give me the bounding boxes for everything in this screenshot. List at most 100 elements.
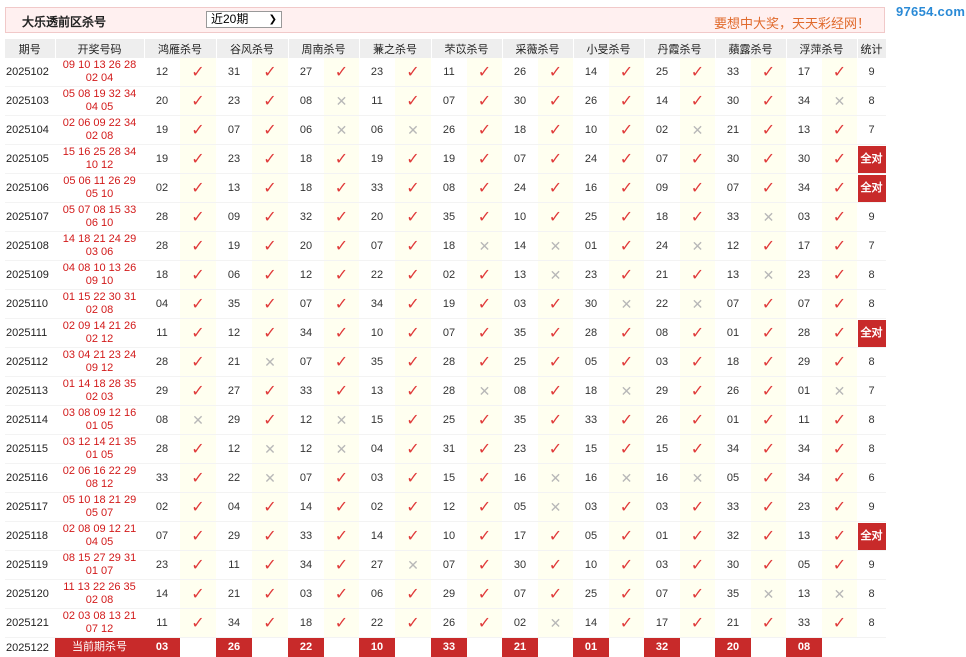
- check-icon: ✓: [620, 267, 633, 284]
- kill-number-cell: 03: [573, 493, 609, 522]
- count-cell: 8: [857, 87, 886, 116]
- kill-number-cell: 30: [502, 551, 538, 580]
- kill-number-cell: 28: [431, 348, 467, 377]
- result-mark-cell: ✓: [822, 493, 857, 522]
- result-mark-cell: ✓: [822, 609, 857, 638]
- result-mark-cell: ✓: [822, 116, 857, 145]
- check-icon: ✓: [833, 528, 846, 545]
- check-icon: ✓: [263, 412, 276, 429]
- check-icon: ✓: [263, 383, 276, 400]
- check-icon: ✓: [762, 122, 775, 139]
- result-mark-cell: ✓: [822, 174, 857, 203]
- result-mark-cell: ✓: [252, 87, 288, 116]
- cross-icon: ✕: [336, 441, 348, 457]
- current-period-row: 2025122当前期杀号03262210332101322008: [5, 638, 886, 657]
- result-mark-cell: ✓: [395, 493, 431, 522]
- kill-number-cell: 28: [573, 319, 609, 348]
- table-row: 202510402 06 09 22 3402 0819✓07✓06✕06✕26…: [5, 116, 886, 145]
- check-icon: ✓: [691, 209, 704, 226]
- check-icon: ✓: [549, 151, 562, 168]
- kill-number-cell: 01: [786, 377, 822, 406]
- result-mark-cell: ✕: [395, 551, 431, 580]
- draw-back-numbers: 09 10: [55, 275, 144, 288]
- kill-number-cell: 34: [359, 290, 395, 319]
- count-cell: 9: [857, 551, 886, 580]
- kill-number-cell: 21: [644, 261, 680, 290]
- kill-number-cell: 28: [786, 319, 822, 348]
- result-mark-cell: ✓: [395, 377, 431, 406]
- cross-icon: ✕: [479, 238, 491, 254]
- check-icon: ✓: [191, 441, 204, 458]
- check-icon: ✓: [762, 238, 775, 255]
- kill-number-cell: 07: [644, 145, 680, 174]
- table-row: 202510814 18 21 24 2903 0628✓19✓20✓07✓18…: [5, 232, 886, 261]
- result-mark-cell: ✕: [467, 377, 502, 406]
- result-mark-cell: ✓: [751, 522, 786, 551]
- kill-number-cell: 01: [644, 522, 680, 551]
- current-empty-cell: [538, 638, 573, 657]
- check-icon: ✓: [549, 354, 562, 371]
- kill-number-cell: 24: [644, 232, 680, 261]
- check-icon: ✓: [406, 383, 419, 400]
- kill-number-cell: 22: [216, 464, 252, 493]
- kill-number-cell: 10: [431, 522, 467, 551]
- result-mark-cell: ✓: [252, 551, 288, 580]
- count-cell: 8: [857, 435, 886, 464]
- result-mark-cell: ✕: [609, 377, 644, 406]
- period-range-select[interactable]: 近20期 ❯: [206, 11, 282, 28]
- result-mark-cell: ✕: [252, 435, 288, 464]
- check-icon: ✓: [335, 64, 348, 81]
- table-row: 202511403 08 09 12 1601 0508✕29✓12✕15✓25…: [5, 406, 886, 435]
- kill-number-cell: 22: [644, 290, 680, 319]
- kill-number-cell: 30: [573, 290, 609, 319]
- check-icon: ✓: [478, 93, 491, 110]
- check-icon: ✓: [833, 499, 846, 516]
- kill-number-cell: 13: [502, 261, 538, 290]
- cross-icon: ✕: [407, 122, 419, 138]
- kill-number-cell: 08: [431, 174, 467, 203]
- kill-number-cell: 07: [715, 174, 751, 203]
- kill-number-cell: 35: [431, 203, 467, 232]
- check-icon: ✓: [406, 151, 419, 168]
- kill-number-cell: 23: [573, 261, 609, 290]
- draw-back-numbers: 02 08: [55, 594, 144, 607]
- check-icon: ✓: [335, 325, 348, 342]
- result-mark-cell: ✓: [751, 290, 786, 319]
- check-icon: ✓: [191, 122, 204, 139]
- table-row: 202511503 12 14 21 3501 0528✓12✕12✕04✓31…: [5, 435, 886, 464]
- result-mark-cell: ✓: [180, 261, 216, 290]
- chevron-down-icon: ❯: [269, 12, 277, 27]
- check-icon: ✓: [833, 267, 846, 284]
- check-icon: ✓: [478, 296, 491, 313]
- kill-number-cell: 03: [644, 493, 680, 522]
- cross-icon: ✕: [336, 412, 348, 428]
- kill-number-cell: 28: [144, 232, 180, 261]
- result-mark-cell: ✓: [680, 58, 715, 87]
- kill-number-cell: 34: [786, 435, 822, 464]
- check-icon: ✓: [620, 441, 633, 458]
- result-mark-cell: ✓: [538, 551, 573, 580]
- check-icon: ✓: [833, 354, 846, 371]
- kill-number-cell: 24: [502, 174, 538, 203]
- check-icon: ✓: [478, 325, 491, 342]
- site-logo: 97654.com: [896, 4, 965, 19]
- kill-number-cell: 07: [431, 319, 467, 348]
- draw-back-numbers: 01 07: [55, 565, 144, 578]
- kill-number-cell: 22: [359, 261, 395, 290]
- result-mark-cell: ✓: [467, 203, 502, 232]
- table-row: 202511705 10 18 21 2905 0702✓04✓14✓02✓12…: [5, 493, 886, 522]
- result-mark-cell: ✓: [395, 87, 431, 116]
- result-mark-cell: ✓: [180, 551, 216, 580]
- check-icon: ✓: [691, 412, 704, 429]
- check-icon: ✓: [762, 93, 775, 110]
- kill-number-cell: 33: [144, 464, 180, 493]
- check-icon: ✓: [406, 412, 419, 429]
- result-mark-cell: ✕: [609, 290, 644, 319]
- kill-number-cell: 17: [786, 58, 822, 87]
- result-mark-cell: ✓: [395, 522, 431, 551]
- draw-front-numbers: 02 06 16 22 29: [55, 465, 144, 478]
- kill-number-cell: 29: [144, 377, 180, 406]
- result-mark-cell: ✓: [680, 261, 715, 290]
- table-row: 202510705 07 08 15 3306 1028✓09✓32✓20✓35…: [5, 203, 886, 232]
- result-mark-cell: ✕: [538, 493, 573, 522]
